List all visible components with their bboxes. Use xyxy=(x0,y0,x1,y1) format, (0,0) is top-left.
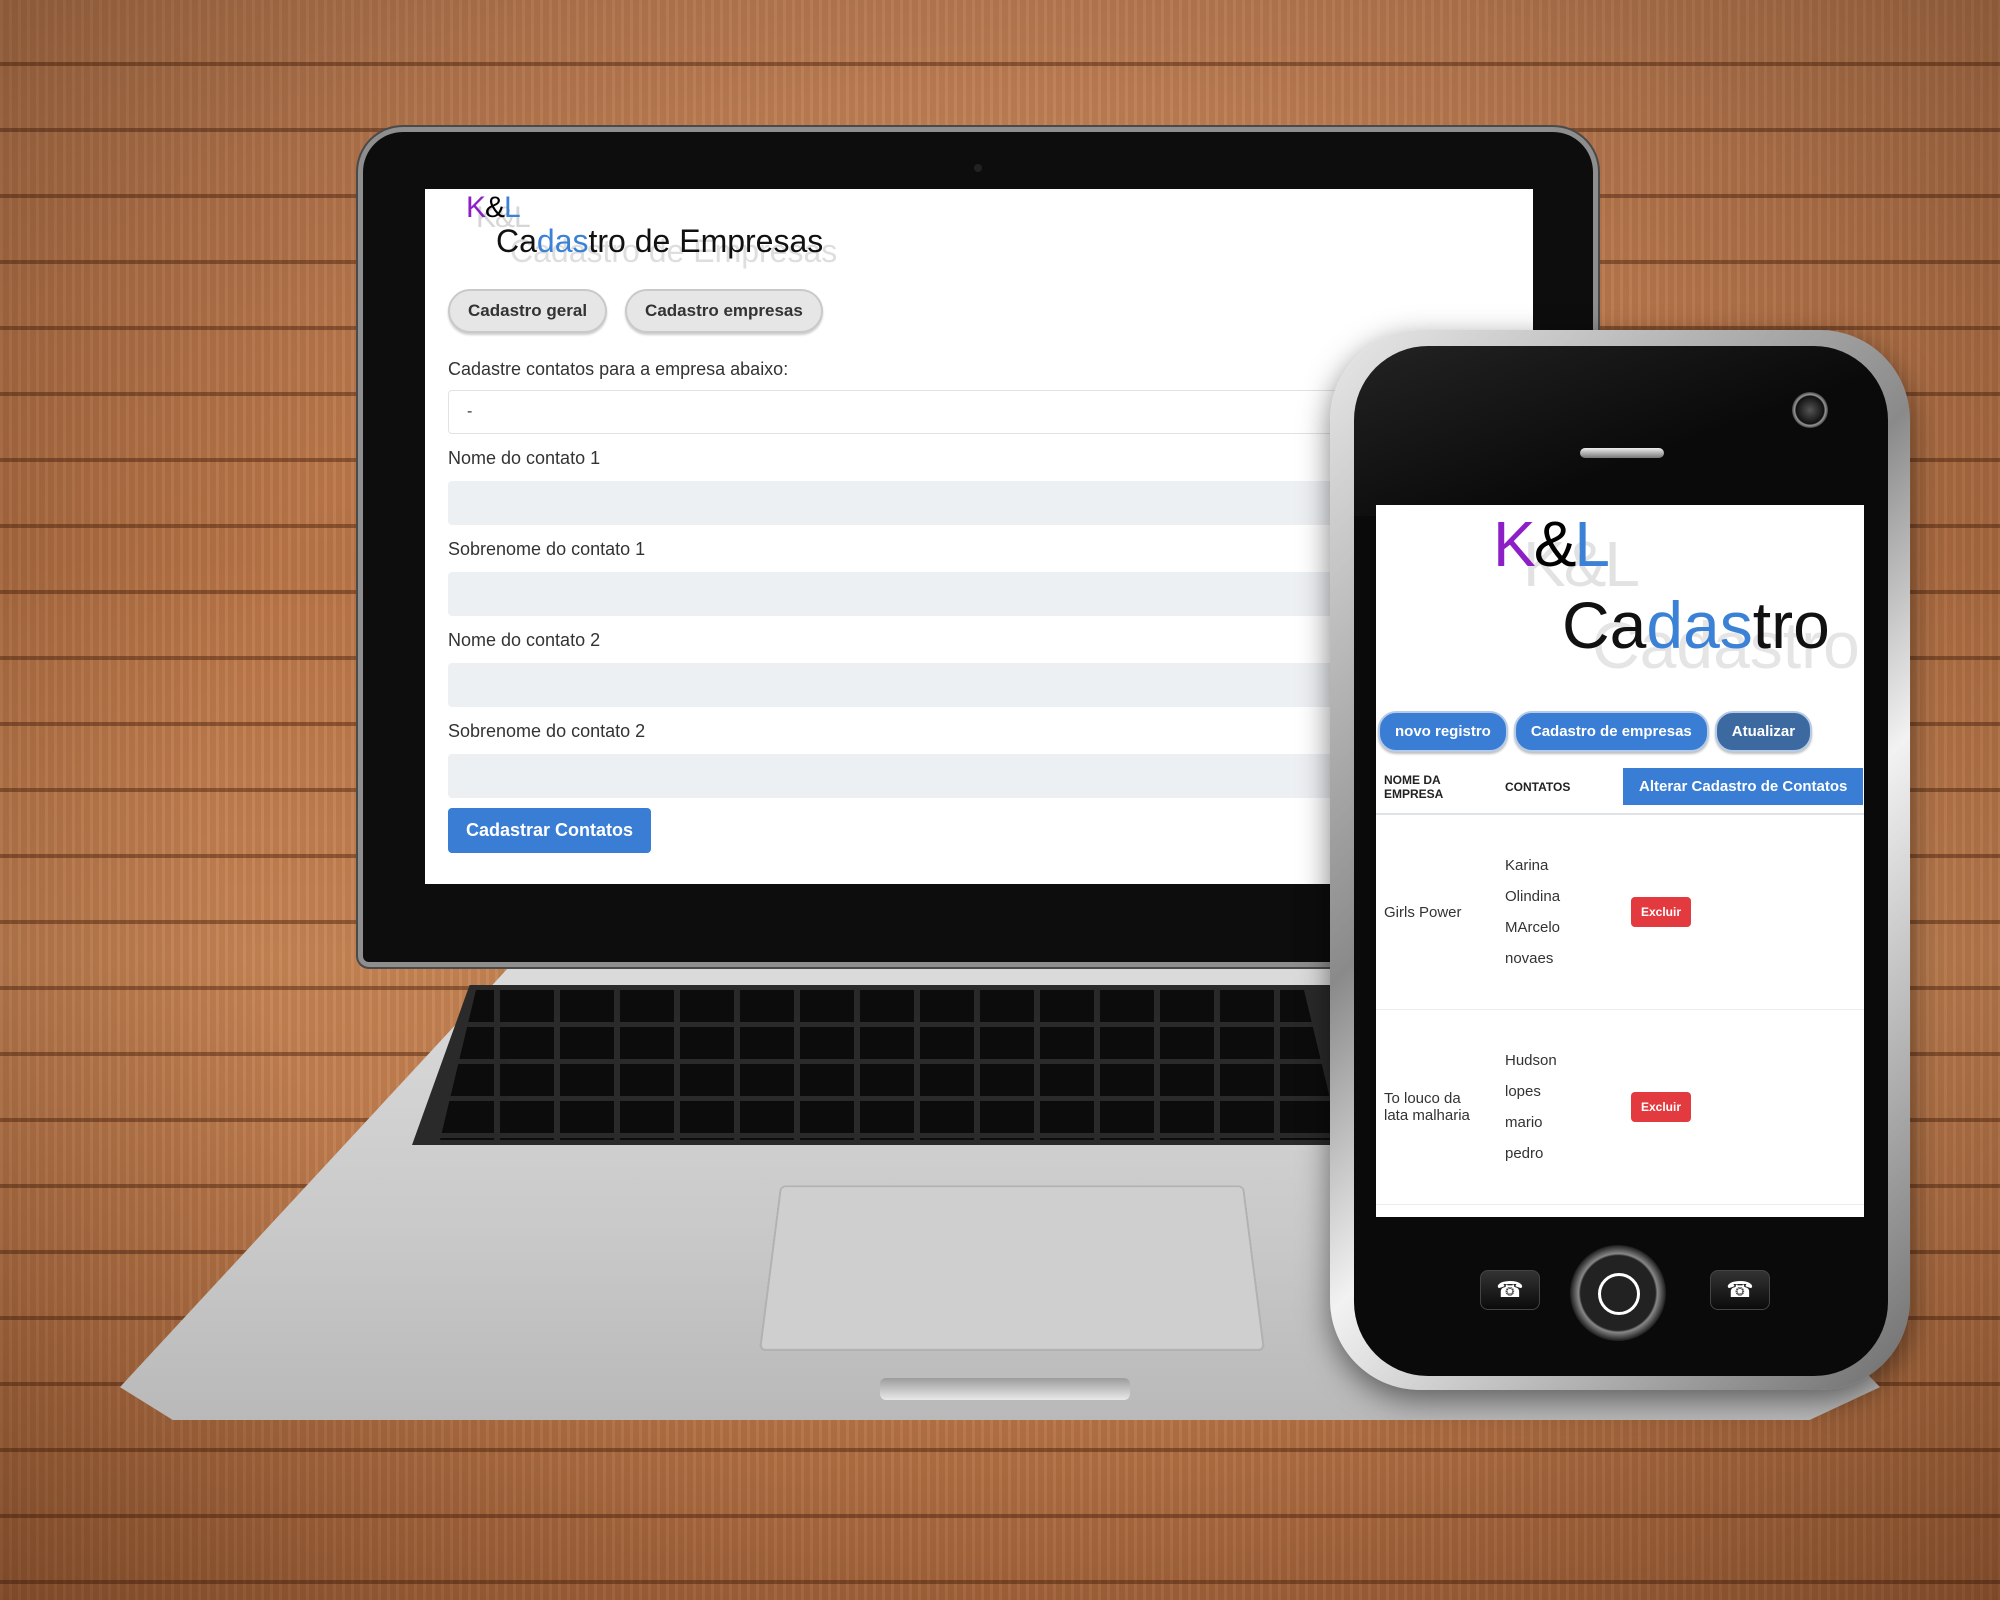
phone-brand: K&L Cadastro K&L Cadastro xyxy=(1376,505,1864,695)
phone-nav: novo registro Cadastro de empresas Atual… xyxy=(1376,711,1864,752)
excluir-button[interactable]: Excluir xyxy=(1631,897,1692,927)
table-header-row: NOME DA EMPRESA CONTATOS Alterar Cadastr… xyxy=(1376,760,1864,815)
contact-name: lopes xyxy=(1505,1083,1541,1100)
companies-table: NOME DA EMPRESA CONTATOS Alterar Cadastr… xyxy=(1376,760,1864,1205)
contact-name: Karina xyxy=(1505,857,1549,874)
contact-name: novaes xyxy=(1505,950,1554,967)
actions-cell: Excluir xyxy=(1623,814,1864,1010)
cadastrar-contatos-button[interactable]: Cadastrar Contatos xyxy=(448,808,652,853)
page-title: Cadastro xyxy=(1562,588,1830,662)
column-header-actions: Alterar Cadastro de Contatos xyxy=(1623,760,1864,815)
laptop-brand: K&L Cadastro de Empresas K&L Cadastro de… xyxy=(448,189,1510,285)
laptop-trackpad xyxy=(758,1185,1266,1351)
company-name-cell: To louco da lata malharia xyxy=(1376,1009,1497,1205)
laptop-camera xyxy=(974,164,982,172)
home-button-icon[interactable] xyxy=(1570,1245,1666,1341)
phone-device: K&L Cadastro K&L Cadastro novo registro … xyxy=(1330,330,1910,1390)
nav-cadastro-empresas-button[interactable]: Cadastro empresas xyxy=(625,289,823,333)
contact-name: MArcelo xyxy=(1505,919,1561,936)
column-header-contacts: CONTATOS xyxy=(1497,760,1623,815)
phone-gloss xyxy=(1354,346,1888,516)
contacts-cell: Hudson lopes mario pedro xyxy=(1497,1009,1623,1205)
excluir-button[interactable]: Excluir xyxy=(1631,1092,1692,1122)
logo: K&L xyxy=(1493,508,1610,580)
alterar-cadastro-contatos-button[interactable]: Alterar Cadastro de Contatos xyxy=(1623,768,1864,805)
table-row: To louco da lata malharia Hudson lopes m… xyxy=(1376,1009,1864,1205)
contact-name: mario xyxy=(1505,1114,1543,1131)
laptop-keys xyxy=(440,990,1340,1140)
phone-camera-icon xyxy=(1792,392,1828,428)
atualizar-button[interactable]: Atualizar xyxy=(1714,711,1813,752)
page-title: Cadastro de Empresas xyxy=(496,223,824,259)
table-row: Girls Power Karina Olindina MArcelo nova… xyxy=(1376,814,1864,1010)
company-name-cell: Girls Power xyxy=(1376,814,1497,1010)
nav-cadastro-geral-button[interactable]: Cadastro geral xyxy=(448,289,608,333)
call-answer-icon[interactable]: ☎ xyxy=(1480,1270,1540,1310)
phone-screen: K&L Cadastro K&L Cadastro novo registro … xyxy=(1376,505,1864,1217)
contact-name: Hudson xyxy=(1505,1052,1557,1069)
phone-speaker xyxy=(1580,448,1664,458)
cadastro-de-empresas-button[interactable]: Cadastro de empresas xyxy=(1513,711,1709,752)
novo-registro-button[interactable]: novo registro xyxy=(1378,711,1508,752)
contact-name: pedro xyxy=(1505,1145,1544,1162)
call-end-icon[interactable]: ☎ xyxy=(1710,1270,1770,1310)
actions-cell: Excluir xyxy=(1623,1009,1864,1205)
home-ring xyxy=(1598,1273,1640,1315)
contacts-cell: Karina Olindina MArcelo novaes xyxy=(1497,814,1623,1010)
laptop-nav: Cadastro geral Cadastro empresas xyxy=(448,289,1510,333)
column-header-company: NOME DA EMPRESA xyxy=(1376,760,1497,815)
laptop-front-notch xyxy=(880,1378,1130,1400)
contact-name: Olindina xyxy=(1505,888,1561,905)
logo: K&L xyxy=(466,191,521,224)
